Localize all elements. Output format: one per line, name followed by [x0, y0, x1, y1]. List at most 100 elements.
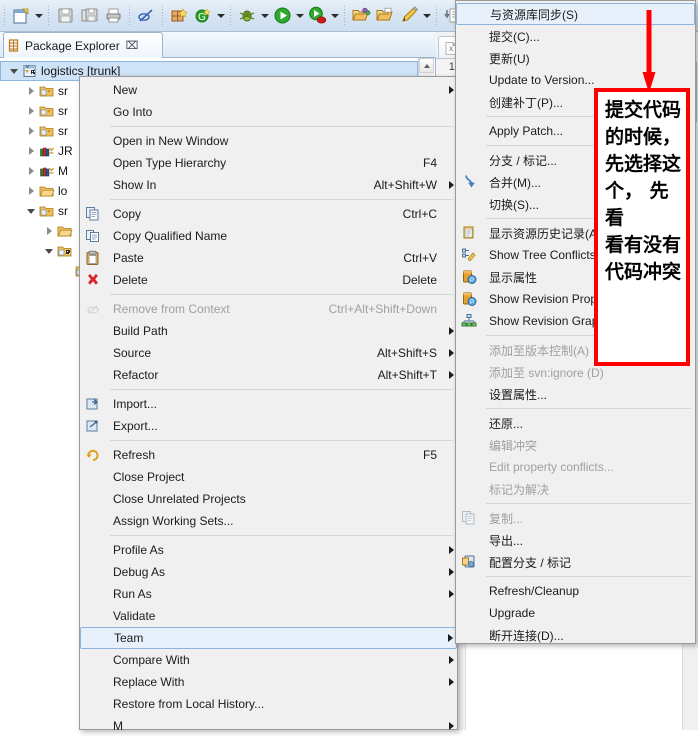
menu-item[interactable]: Assign Working Sets... — [80, 510, 457, 532]
menu-item[interactable]: 断开连接(D)... — [456, 624, 695, 646]
menu-item[interactable]: Replace With — [80, 671, 457, 693]
menu-item[interactable]: Show In Alt+Shift+W — [80, 174, 457, 196]
close-icon[interactable]: ⌧ — [126, 39, 139, 52]
toggle-markoccurrences-icon[interactable] — [134, 4, 158, 28]
menu-item-label: Close Project — [113, 470, 185, 484]
tree-twisty-icon[interactable] — [24, 87, 38, 95]
run-server-dropdown-arrow[interactable] — [329, 4, 340, 28]
package-explorer-icon — [8, 39, 21, 52]
menu-item[interactable]: Copy Qualified Name — [80, 225, 457, 247]
coverage-dropdown-arrow[interactable] — [215, 4, 226, 28]
tree-twisty-icon[interactable] — [24, 107, 38, 115]
open-type-icon[interactable] — [349, 4, 373, 28]
menu-item[interactable]: 导出... — [456, 529, 695, 551]
menu-item-label: 断开连接(D)... — [489, 628, 564, 643]
coverage-icon[interactable]: G — [191, 4, 215, 28]
paste-icon — [80, 248, 106, 268]
print-icon[interactable] — [101, 4, 125, 28]
menu-item[interactable]: Paste Ctrl+V — [80, 247, 457, 269]
configure-branch-icon — [456, 552, 482, 572]
menu-item[interactable]: Refresh/Cleanup — [456, 580, 695, 602]
tree-twisty-icon[interactable] — [7, 69, 21, 74]
menu-item[interactable]: Debug As — [80, 561, 457, 583]
menu-item-label: 标记为解决 — [489, 482, 550, 497]
menu-item[interactable]: Restore from Local History... — [80, 693, 457, 715]
folder-icon — [38, 183, 56, 199]
menu-item[interactable]: Close Unrelated Projects — [80, 488, 457, 510]
menu-item-label: 编辑冲突 — [489, 438, 538, 453]
quick-fix-dropdown-arrow[interactable] — [421, 4, 432, 28]
menu-item[interactable]: 与资源库同步(S) — [456, 3, 695, 25]
menu-item[interactable]: Open Type Hierarchy F4 — [80, 152, 457, 174]
menu-item-no-icon — [81, 628, 107, 648]
menu-item[interactable]: Run As — [80, 583, 457, 605]
menu-item-no-icon — [456, 479, 482, 499]
run-icon[interactable] — [270, 4, 294, 28]
menu-item-no-icon — [80, 489, 106, 509]
menu-item[interactable]: Upgrade — [456, 602, 695, 624]
open-resource-icon[interactable] — [373, 4, 397, 28]
source-folder-icon — [38, 203, 56, 219]
menu-item-accelerator: Alt+Shift+S — [376, 346, 437, 360]
tree-twisty-icon[interactable] — [42, 249, 56, 254]
save-all-icon[interactable] — [77, 4, 101, 28]
menu-item[interactable]: Delete Delete — [80, 269, 457, 291]
menu-item[interactable]: Compare With — [80, 649, 457, 671]
toolbar-separator — [344, 5, 345, 26]
copy-icon — [80, 204, 106, 224]
menu-item[interactable]: 更新(U) — [456, 47, 695, 69]
save-icon[interactable] — [53, 4, 77, 28]
tab-package-explorer[interactable]: Package Explorer ⌧ — [3, 32, 163, 58]
menu-item[interactable]: 还原... — [456, 412, 695, 434]
run-dropdown-arrow[interactable] — [294, 4, 305, 28]
menu-item[interactable]: 设置属性... — [456, 383, 695, 405]
menu-item[interactable]: Export... — [80, 415, 457, 437]
debug-dropdown-arrow[interactable] — [259, 4, 270, 28]
menu-item[interactable]: Build Path — [80, 320, 457, 342]
new-java-package-icon[interactable] — [167, 4, 191, 28]
menu-item[interactable]: Refresh F5 — [80, 444, 457, 466]
toolbar-separator — [4, 5, 5, 26]
menu-item[interactable]: Profile As — [80, 539, 457, 561]
tree-twisty-icon[interactable] — [24, 147, 38, 155]
menu-item[interactable]: M — [80, 715, 457, 737]
menu-item-label: Delete — [113, 273, 148, 287]
menu-item[interactable]: 配置分支 / 标记 — [456, 551, 695, 573]
tree-item-label: sr — [58, 104, 68, 118]
tree-twisty-icon[interactable] — [24, 209, 38, 214]
menu-item[interactable]: Open in New Window — [80, 130, 457, 152]
debug-icon[interactable] — [235, 4, 259, 28]
folder-icon — [56, 223, 74, 239]
tree-twisty-icon[interactable] — [42, 227, 56, 235]
refresh-icon — [80, 445, 106, 465]
run-server-icon[interactable] — [305, 4, 329, 28]
menu-item-accelerator: Ctrl+V — [403, 251, 437, 265]
source-folder-icon — [38, 103, 56, 119]
menu-item[interactable]: Team — [80, 627, 457, 649]
menu-item-no-icon — [456, 384, 482, 404]
tab-label: Package Explorer — [25, 38, 120, 53]
tree-item-label: sr — [58, 84, 68, 98]
menu-item[interactable]: Close Project — [80, 466, 457, 488]
tree-item-label: JR — [58, 144, 73, 158]
new-icon[interactable] — [9, 4, 33, 28]
menu-item[interactable]: Refactor Alt+Shift+T — [80, 364, 457, 386]
project-context-menu[interactable]: New Go Into Open in New Window Open Type Hi… — [79, 76, 458, 733]
quick-fix-icon[interactable] — [397, 4, 421, 28]
tree-twisty-icon[interactable] — [24, 187, 38, 195]
tree-twisty-icon[interactable] — [24, 127, 38, 135]
menu-item[interactable]: Validate — [80, 605, 457, 627]
menu-item[interactable]: Source Alt+Shift+S — [80, 342, 457, 364]
menu-item[interactable]: Import... — [80, 393, 457, 415]
menu-item-label: Show In — [113, 178, 157, 192]
menu-item[interactable]: Go Into — [80, 101, 457, 123]
menu-item-no-icon — [80, 511, 106, 531]
menu-item[interactable]: Copy Ctrl+C — [80, 203, 457, 225]
show-properties-icon: P — [456, 267, 482, 287]
scroll-up-icon[interactable] — [419, 58, 434, 73]
new-dropdown-arrow[interactable] — [33, 4, 44, 28]
menu-item[interactable]: 提交(C)... — [456, 25, 695, 47]
menu-item-no-icon — [80, 562, 106, 582]
tree-twisty-icon[interactable] — [24, 167, 38, 175]
menu-item[interactable]: New — [80, 79, 457, 101]
